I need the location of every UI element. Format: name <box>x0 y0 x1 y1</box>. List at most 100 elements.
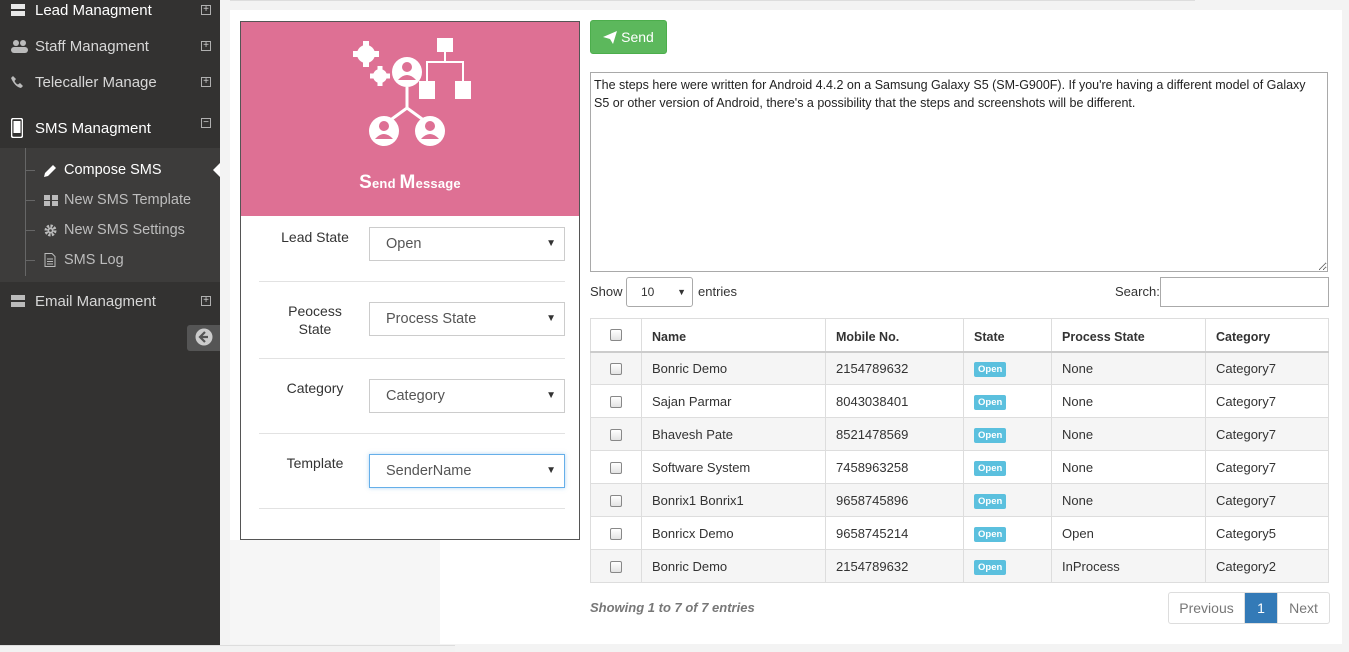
col-name[interactable]: Name <box>641 318 826 353</box>
sidebar-item-new-sms-template[interactable]: New SMS Template <box>25 185 220 215</box>
table-row: Bonric Demo 2154789632 Open InProcess Ca… <box>590 549 1329 583</box>
status-badge: Open <box>974 559 1007 575</box>
caret-down-icon: ▼ <box>677 287 686 297</box>
lead-state-row: Lead State Open ▼ <box>259 216 565 282</box>
status-badge: Open <box>974 526 1007 542</box>
mobile-icon <box>11 118 31 138</box>
sidebar-item-telecaller-manage[interactable]: Telecaller Manage + <box>0 64 220 100</box>
cell-name: Sajan Parmar <box>641 384 826 418</box>
cell-mobile: 7458963258 <box>825 450 964 484</box>
caret-down-icon: ▼ <box>546 238 556 249</box>
entries-label: entries <box>698 284 738 299</box>
sidebar-item-sms-managment[interactable]: SMS Managment − <box>0 110 220 146</box>
server-icon <box>11 3 31 17</box>
category-select[interactable]: Category ▼ <box>369 379 565 413</box>
message-textarea[interactable]: The steps here were written for Android … <box>590 72 1328 272</box>
pencil-icon <box>44 164 64 177</box>
template-row: Template SenderName ▼ <box>259 434 565 509</box>
col-mobile[interactable]: Mobile No. <box>825 318 964 353</box>
status-badge: Open <box>974 427 1007 443</box>
sidebar-item-label: New SMS Settings <box>64 222 185 238</box>
cell-name: Bhavesh Pate <box>641 417 826 451</box>
cell-category: Category2 <box>1205 549 1329 583</box>
panel-header: Send Message <box>241 22 579 216</box>
table-row: Software System 7458963258 Open None Cat… <box>590 450 1329 484</box>
sidebar-item-sms-log[interactable]: SMS Log <box>25 245 220 275</box>
server-icon <box>11 294 31 308</box>
sidebar: Lead Managment + Staff Managment + Telec… <box>0 0 220 652</box>
row-checkbox[interactable] <box>610 363 622 376</box>
page-1-button[interactable]: 1 <box>1245 593 1277 623</box>
panel-title: Send Message <box>359 172 461 193</box>
col-state[interactable]: State <box>963 318 1052 353</box>
cell-name: Bonric Demo <box>641 351 826 385</box>
process-state-row: Peocess State Process State ▼ <box>259 282 565 359</box>
lead-state-select[interactable]: Open ▼ <box>369 227 565 261</box>
category-row: Category Category ▼ <box>259 359 565 434</box>
select-all-checkbox[interactable] <box>610 329 622 342</box>
sidebar-item-label: SMS Log <box>64 252 124 268</box>
cell-mobile: 2154789632 <box>825 351 964 385</box>
cell-category: Category5 <box>1205 516 1329 550</box>
row-checkbox[interactable] <box>610 396 622 409</box>
template-select[interactable]: SenderName ▼ <box>369 454 565 488</box>
sidebar-item-lead-managment[interactable]: Lead Managment + <box>0 0 220 28</box>
sidebar-item-label: Staff Managment <box>35 37 149 55</box>
search-input[interactable] <box>1160 277 1329 307</box>
paper-plane-icon <box>603 30 618 44</box>
sidebar-item-label: Email Managment <box>35 292 156 310</box>
sidebar-item-label: SMS Managment <box>35 119 151 137</box>
status-badge: Open <box>974 493 1007 509</box>
page-length-select[interactable]: 10 ▼ <box>626 277 693 307</box>
sidebar-item-label: Telecaller Manage <box>35 73 157 91</box>
row-checkbox[interactable] <box>610 429 622 442</box>
col-category[interactable]: Category <box>1205 318 1329 353</box>
caret-down-icon: ▼ <box>546 313 556 324</box>
show-label: Show <box>590 284 623 299</box>
table-row: Bonrix1 Bonrix1 9658745896 Open None Cat… <box>590 483 1329 517</box>
workflow-users-icon <box>353 38 471 146</box>
sidebar-item-email-managment[interactable]: Email Managment + <box>0 283 220 319</box>
sidebar-item-label: Lead Managment <box>35 1 152 19</box>
send-button[interactable]: Send <box>590 20 667 54</box>
category-label: Category <box>286 380 344 396</box>
sidebar-item-compose-sms[interactable]: Compose SMS <box>25 155 220 185</box>
expand-icon[interactable]: + <box>201 296 211 306</box>
cell-name: Bonrix1 Bonrix1 <box>641 483 826 517</box>
phone-icon <box>11 76 31 88</box>
row-checkbox[interactable] <box>610 528 622 541</box>
footer <box>0 645 455 652</box>
expand-icon[interactable]: + <box>201 5 211 15</box>
search-label: Search: <box>1115 284 1160 299</box>
sidebar-item-new-sms-settings[interactable]: New SMS Settings <box>25 215 220 245</box>
table-header-row: Name Mobile No. State Process State Cate… <box>590 318 1329 353</box>
pagination: Previous 1 Next <box>1168 592 1330 624</box>
users-icon <box>11 39 31 53</box>
previous-page-button[interactable]: Previous <box>1169 593 1245 623</box>
expand-icon[interactable]: + <box>201 77 211 87</box>
cell-name: Software System <box>641 450 826 484</box>
cell-process-state: None <box>1051 384 1206 418</box>
table-controls: Show 10 ▼ entries Search: <box>590 277 1329 307</box>
sidebar-item-staff-managment[interactable]: Staff Managment + <box>0 28 220 64</box>
row-checkbox[interactable] <box>610 561 622 574</box>
process-state-label: Peocess State <box>288 303 342 337</box>
col-process-state[interactable]: Process State <box>1051 318 1206 353</box>
next-page-button[interactable]: Next <box>1277 593 1329 623</box>
expand-icon[interactable]: + <box>201 41 211 51</box>
collapse-icon[interactable]: − <box>201 118 211 128</box>
cell-process-state: None <box>1051 351 1206 385</box>
sidebar-collapse-button[interactable] <box>187 325 220 351</box>
cell-category: Category7 <box>1205 351 1329 385</box>
row-checkbox[interactable] <box>610 495 622 508</box>
table-row: Bhavesh Pate 8521478569 Open None Catego… <box>590 417 1329 451</box>
process-state-select[interactable]: Process State ▼ <box>369 302 565 336</box>
table-row: Bonricx Demo 9658745214 Open Open Catego… <box>590 516 1329 550</box>
arrow-left-circle-icon <box>195 328 213 349</box>
status-badge: Open <box>974 394 1007 410</box>
sms-submenu: Compose SMS New SMS Template New SMS Set… <box>0 148 220 282</box>
row-checkbox[interactable] <box>610 462 622 475</box>
table-row: Bonric Demo 2154789632 Open None Categor… <box>590 351 1329 385</box>
cell-category: Category7 <box>1205 450 1329 484</box>
sidebar-item-label: Compose SMS <box>64 162 162 178</box>
